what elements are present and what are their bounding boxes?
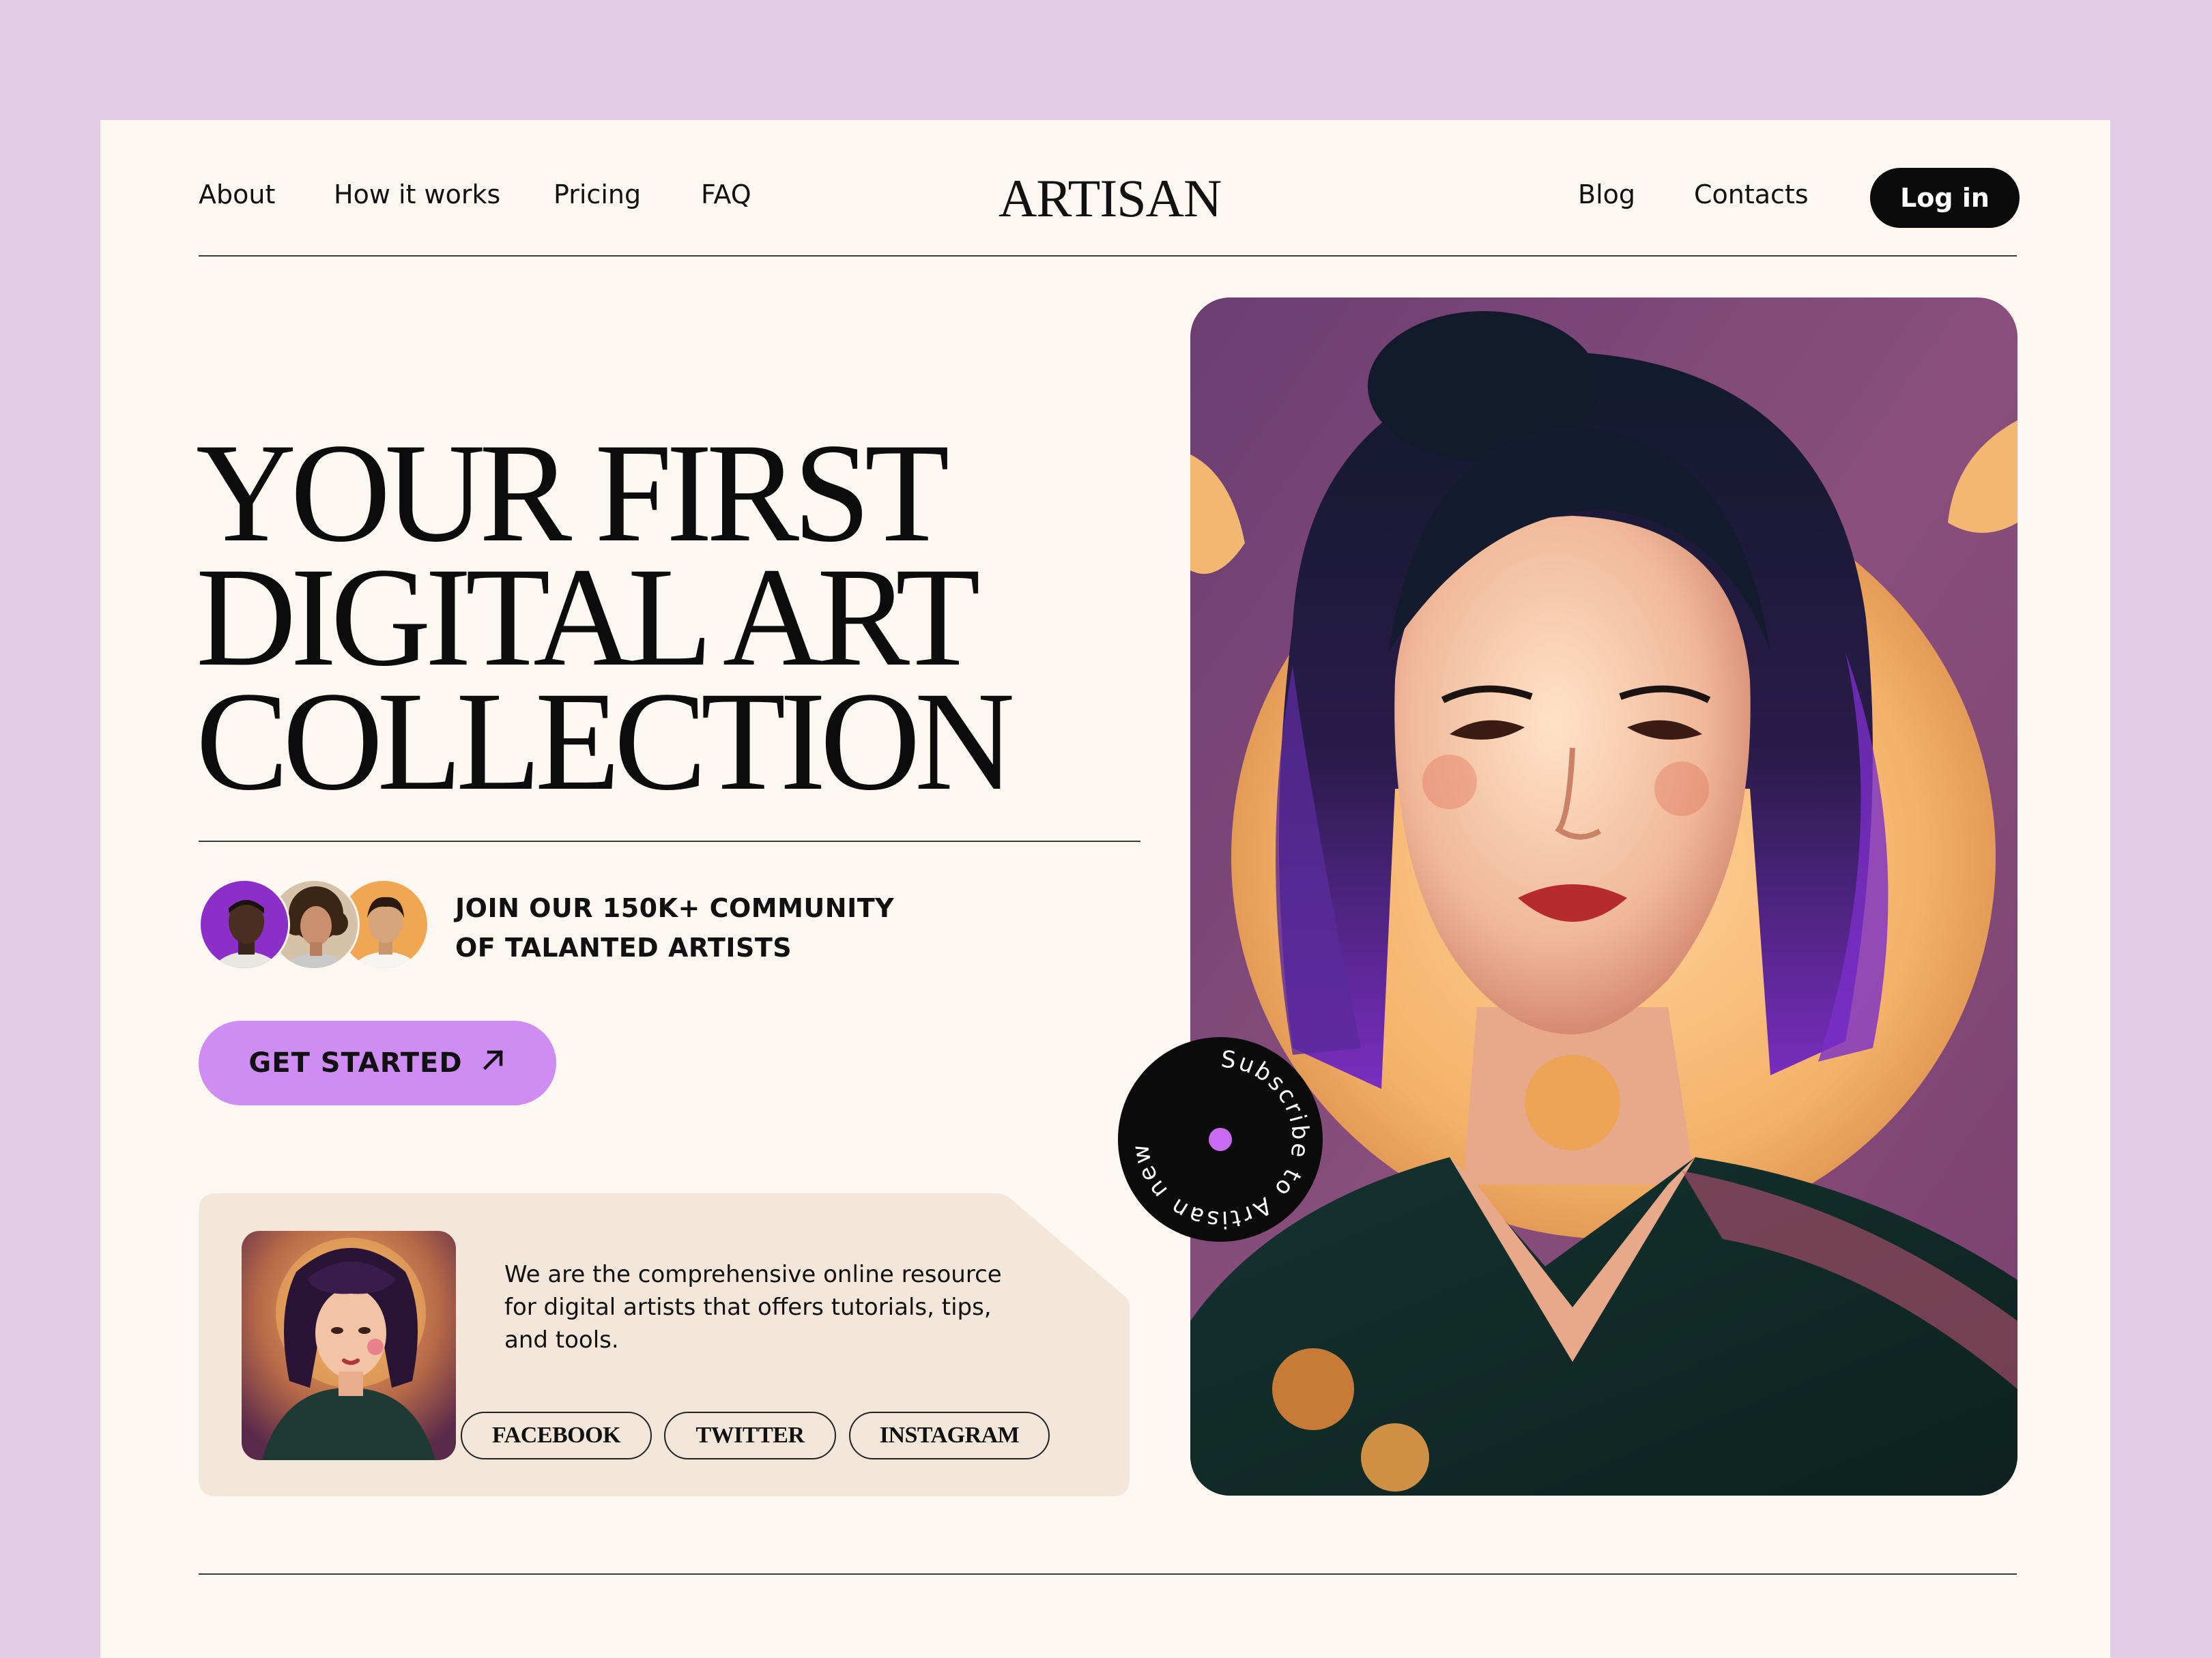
facebook-button[interactable]: FACEBOOK	[461, 1412, 652, 1459]
community-line-2: OF TALANTED ARTISTS	[455, 933, 792, 963]
info-line-2: for digital artists that offers tutorial…	[504, 1294, 992, 1321]
nav-contacts[interactable]: Contacts	[1694, 181, 1809, 207]
headline-line-1: YOUR FIRST	[196, 414, 949, 571]
arrow-up-right-icon	[480, 1047, 506, 1079]
info-line-1: We are the comprehensive online resource	[504, 1261, 1002, 1288]
get-started-label: GET STARTED	[248, 1047, 463, 1079]
logo[interactable]: ARTISAN	[999, 172, 1222, 225]
nav-how-it-works[interactable]: How it works	[334, 181, 500, 207]
headline-line-2: DIGITAL ART	[196, 538, 980, 695]
badge-dot	[1209, 1128, 1232, 1151]
newsletter-badge[interactable]: Subscribe to Artisan newsletter	[1108, 1014, 1325, 1244]
instagram-button[interactable]: INSTAGRAM	[849, 1412, 1050, 1459]
nav-faq[interactable]: FAQ	[701, 181, 751, 207]
art-thumbnail[interactable]	[242, 1231, 456, 1460]
hero-artwork	[1190, 297, 2017, 1496]
nav-blog[interactable]: Blog	[1578, 181, 1635, 207]
avatar	[199, 879, 290, 970]
info-line-3: and tools.	[504, 1326, 619, 1354]
hero-headline: YOUR FIRST DIGITAL ART COLLECTION	[196, 414, 1132, 819]
nav-pricing[interactable]: Pricing	[554, 181, 641, 207]
community-text: JOIN OUR 150K+ COMMUNITY OF TALANTED ART…	[455, 888, 894, 968]
header-divider	[199, 255, 2017, 257]
headline-line-3: COLLECTION	[196, 663, 1015, 819]
info-description: We are the comprehensive online resource…	[504, 1258, 1037, 1356]
community-avatars	[199, 879, 431, 972]
info-card: We are the comprehensive online resource…	[199, 1193, 1130, 1496]
footer-divider	[199, 1573, 2017, 1575]
hero-divider	[199, 841, 1140, 842]
nav-about[interactable]: About	[199, 181, 275, 207]
community-line-1: JOIN OUR 150K+ COMMUNITY	[455, 893, 895, 923]
login-button[interactable]: Log in	[1870, 168, 2020, 228]
twitter-button[interactable]: TWITTER	[664, 1412, 836, 1459]
landing-page: About How it works Pricing FAQ ARTISAN B…	[100, 120, 2110, 1658]
get-started-button[interactable]: GET STARTED	[199, 1021, 556, 1105]
